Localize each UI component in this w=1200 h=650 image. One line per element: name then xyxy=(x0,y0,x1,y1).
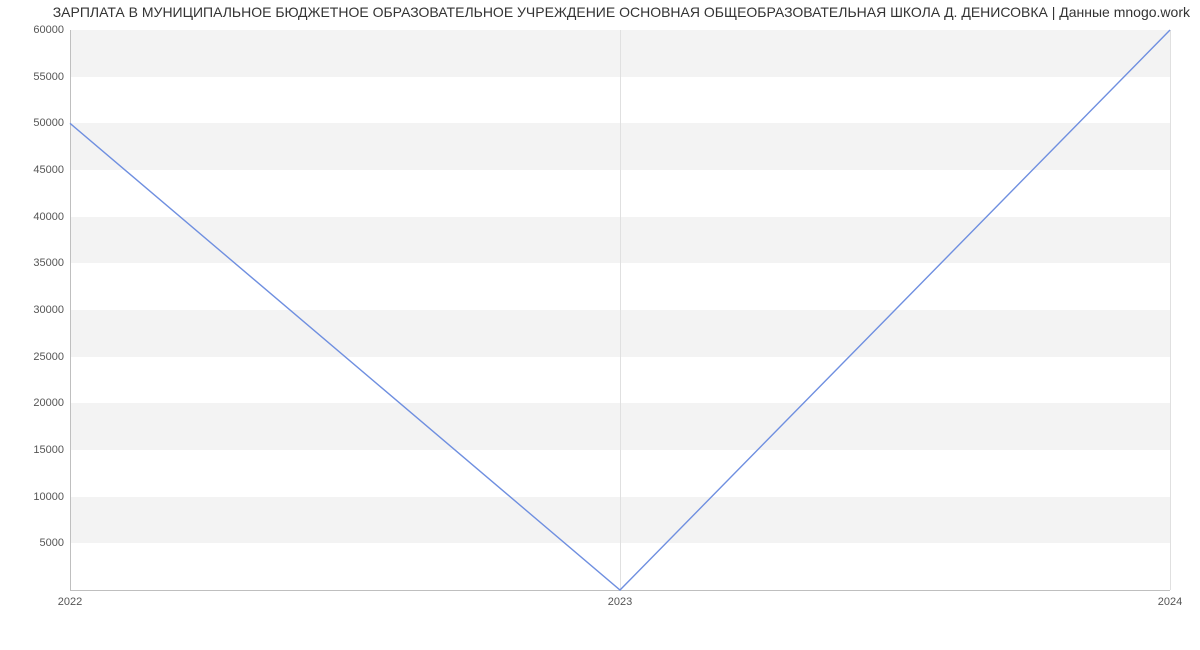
line-series-svg xyxy=(70,30,1170,590)
y-tick-label: 20000 xyxy=(8,397,64,409)
y-tick-label: 60000 xyxy=(8,24,64,36)
gridline-vertical xyxy=(1170,30,1171,590)
y-tick-label: 50000 xyxy=(8,117,64,129)
y-tick-label: 30000 xyxy=(8,304,64,316)
y-tick-label: 40000 xyxy=(8,211,64,223)
salary-line xyxy=(70,30,1170,590)
chart-container: ЗАРПЛАТА В МУНИЦИПАЛЬНОЕ БЮДЖЕТНОЕ ОБРАЗ… xyxy=(0,0,1200,650)
y-tick-label: 35000 xyxy=(8,257,64,269)
plot-area xyxy=(70,30,1170,591)
y-tick-label: 55000 xyxy=(8,71,64,83)
y-tick-label: 10000 xyxy=(8,491,64,503)
chart-title: ЗАРПЛАТА В МУНИЦИПАЛЬНОЕ БЮДЖЕТНОЕ ОБРАЗ… xyxy=(10,4,1190,20)
y-tick-label: 45000 xyxy=(8,164,64,176)
y-tick-label: 15000 xyxy=(8,444,64,456)
x-tick-label: 2024 xyxy=(1158,596,1182,608)
y-tick-label: 25000 xyxy=(8,351,64,363)
x-tick-label: 2023 xyxy=(608,596,632,608)
x-tick-label: 2022 xyxy=(58,596,82,608)
y-tick-label: 5000 xyxy=(8,537,64,549)
